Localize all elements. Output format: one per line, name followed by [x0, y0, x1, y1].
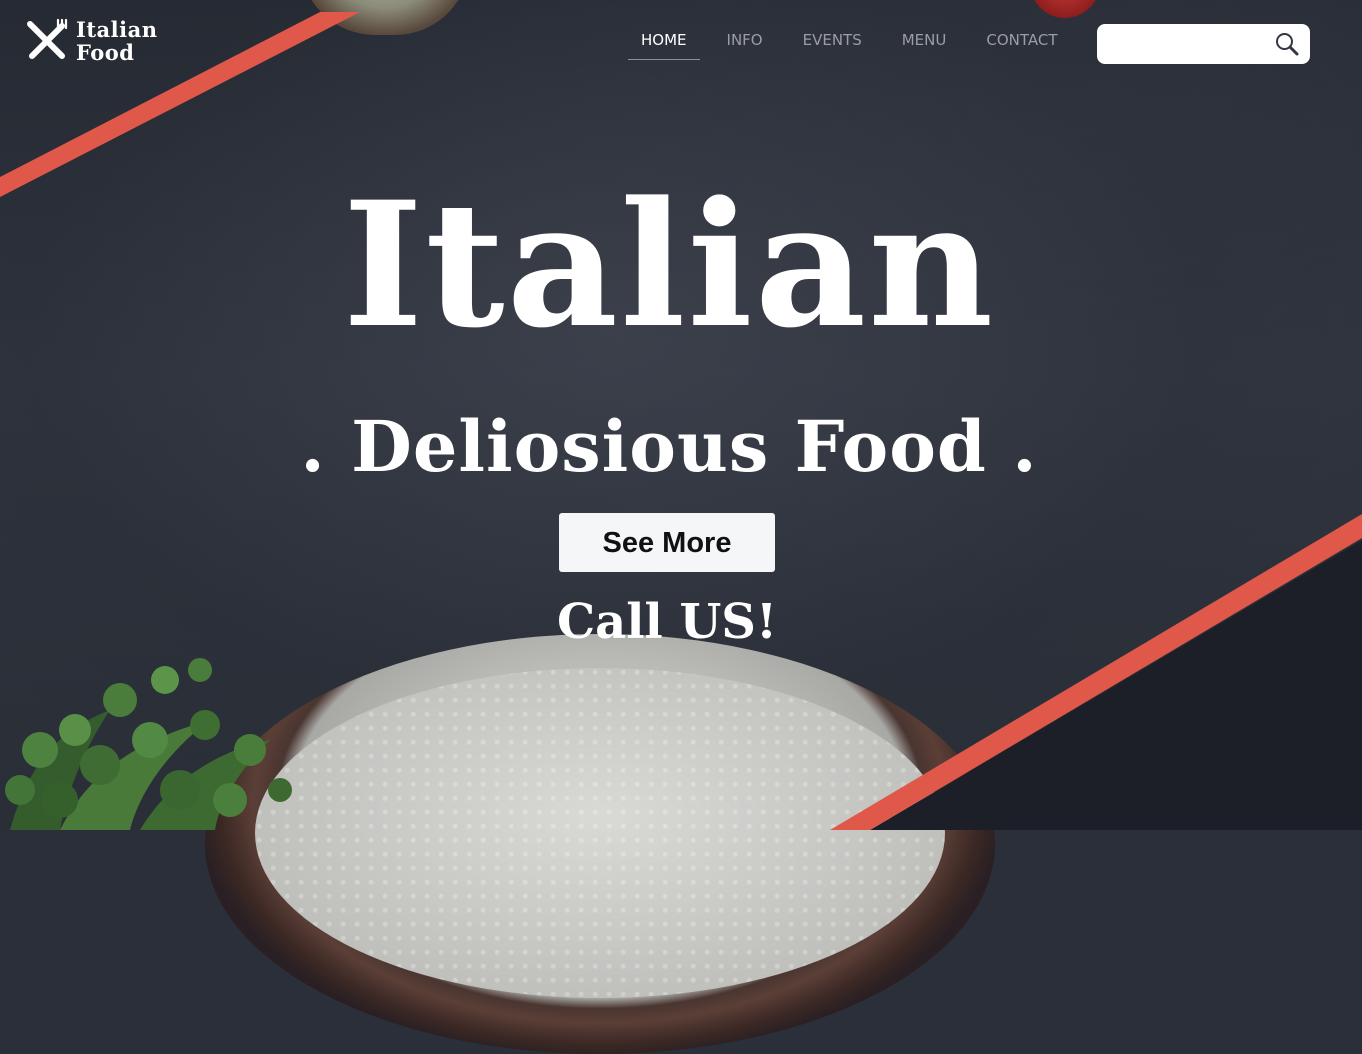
main-navigation: HOME INFO EVENTS MENU CONTACT	[628, 31, 1085, 61]
crossed-fork-knife-icon	[27, 18, 68, 59]
hero-title: Italian	[342, 163, 996, 366]
nav-item-contact[interactable]: CONTACT	[973, 31, 1070, 59]
search-box	[1097, 24, 1310, 64]
brand-line-2: Food	[76, 40, 135, 65]
nav-item-info[interactable]: INFO	[714, 31, 776, 59]
see-more-button[interactable]: See More	[559, 513, 775, 572]
nav-item-home[interactable]: HOME	[628, 31, 700, 60]
search-input[interactable]	[1107, 32, 1271, 58]
hero-subtitle: . Deliosious Food .	[300, 405, 1038, 488]
brand-line-1: Italian	[76, 17, 158, 42]
call-us-link[interactable]: Call US!	[0, 592, 1334, 652]
nav-item-menu[interactable]: MENU	[889, 31, 960, 59]
brand-name: Italian Food	[76, 18, 157, 64]
nav-item-events[interactable]: EVENTS	[790, 31, 875, 59]
brand-logo[interactable]: Italian Food	[24, 18, 157, 64]
search-icon[interactable]	[1274, 31, 1300, 57]
